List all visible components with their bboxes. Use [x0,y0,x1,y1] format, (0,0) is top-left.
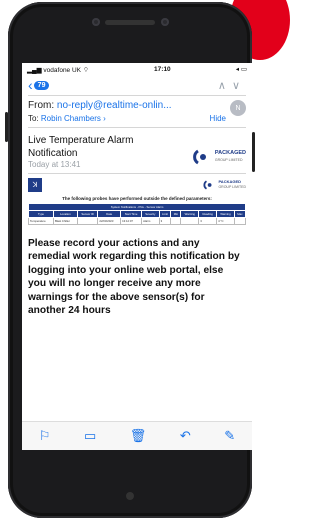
back-button[interactable]: ‹ 79 [28,77,50,93]
front-camera-icon [92,18,100,26]
message-date: Today at 13:41 [28,160,81,169]
chevron-right-icon: › [103,114,106,123]
from-label: From: [28,100,55,111]
table-cell [76,217,99,225]
table-banner: System Notifications - PGL - Sensor Alar… [28,203,246,211]
table-header: Start Time [120,210,143,218]
to-recipient[interactable]: Robin Chambers [41,114,101,123]
email-body: ꓘ PACKAGED GROUP LIMITED The following pr… [22,174,252,229]
reply-icon[interactable]: ↶ [180,428,191,444]
table-header: Limit [158,210,172,218]
probe-table: System Notifications - PGL - Sensor Alar… [28,203,247,225]
table-cell: 4 °C [216,217,235,225]
previous-message-icon[interactable]: ∧ [218,80,232,92]
table-row: Temperature Blast Chiller 22/03/2023 13:… [28,217,247,225]
trash-icon[interactable]: 🗑 [130,428,147,444]
table-cell: 22/03/2023 [97,217,122,225]
probe-heading: The following probes have performed outs… [62,196,212,201]
compose-icon[interactable]: ✎ [224,428,235,444]
table-cell: 3 [198,217,218,225]
table-header: Warning [180,210,200,218]
table-cell: 13:12:07 [120,217,143,225]
table-header: Min [170,210,182,218]
to-row: To: Robin Chambers › Hide [22,111,252,127]
to-label: To: [28,114,39,123]
folder-icon[interactable]: ▭ [84,428,96,444]
table-cell: Blast Chiller [52,217,78,225]
carrier-label: ▂▄▆ vodafone UK ⌔ [27,66,89,74]
subject-block: Live Temperature Alarm Notification Toda… [22,128,252,173]
table-header: Date [97,210,122,218]
message-arrows: ∧∨ [218,79,246,92]
clock: 17:10 [154,65,171,73]
table-header: Location [52,210,78,218]
email-banner: ꓘ PACKAGED GROUP LIMITED [28,178,246,192]
flag-icon[interactable]: ⚐ [39,428,51,444]
table-header: Type [28,210,54,218]
table-cell: Alarm [141,217,160,225]
unread-count-badge: 79 [33,80,50,90]
table-header: Sensor ID [76,210,99,218]
table-cell [180,217,200,225]
from-row: From: no-reply@realtime-onlin... N [22,96,252,116]
battery-icon: ◂ ▭ [235,66,247,73]
table-cell [170,217,182,225]
app-logo-icon: ꓘ [28,178,42,192]
table-header: Warning [216,210,235,218]
hide-details-link[interactable]: Hide [210,114,226,123]
sensor-icon [161,18,169,26]
table-cell: 3 [158,217,172,225]
table-cell: Temperature [28,217,54,225]
power-button [252,132,255,172]
logo-name: PACKAGED [214,150,246,157]
inner-logo: PACKAGED GROUP LIMITED [202,180,246,190]
inner-logo-name: PACKAGED [218,179,242,185]
from-address[interactable]: no-reply@realtime-onlin... [57,100,172,111]
volume-button [5,112,8,142]
logo-subtitle: GROUP LIMITED [214,157,243,162]
home-button[interactable] [126,492,134,500]
inner-logo-subtitle: GROUP LIMITED [218,184,246,189]
phone-screen: ▂▄▆ vodafone UK ⌔ 17:10 ◂ ▭ ‹ 79 ∧∨ From… [22,63,252,450]
logo-mark-icon [193,149,206,164]
table-header: Severity [141,210,160,218]
body-text: Please record your actions and any remed… [28,238,240,317]
status-bar: ▂▄▆ vodafone UK ⌔ 17:10 ◂ ▭ [22,63,252,75]
next-message-icon[interactable]: ∨ [232,80,246,92]
mail-nav-bar: ‹ 79 ∧∨ [22,75,252,95]
bottom-toolbar: ⚐ ▭ 🗑 ↶ ✎ [22,421,252,450]
earpiece-speaker [105,20,155,25]
logo-mark-icon [203,180,212,190]
avatar: N [230,100,246,116]
table-header: Max [233,210,247,218]
packaged-logo: PACKAGED GROUP LIMITED [191,144,246,169]
table-header: Reading [198,210,218,218]
subject-line: Live Temperature Alarm Notification [28,135,134,159]
chevron-left-icon: ‹ [28,77,33,93]
table-cell [233,217,247,225]
